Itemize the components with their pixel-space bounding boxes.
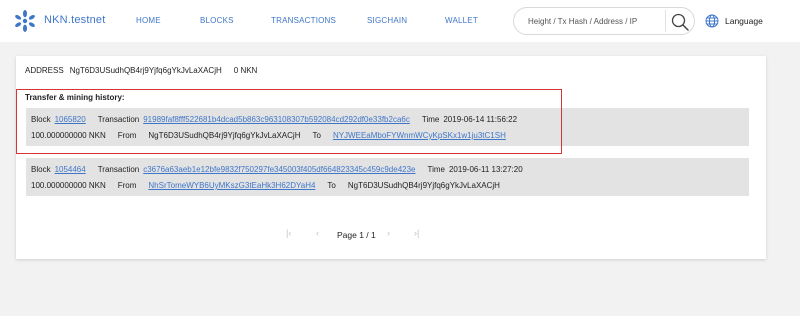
address-card: ADDRESS NgT6D3USudhQB4rj9Yjfq6gYkJvLaXACj… bbox=[16, 56, 766, 259]
tx-amount: 100.000000000 NKN bbox=[31, 131, 106, 140]
nav-home[interactable]: HOME bbox=[136, 16, 161, 25]
time-label: Time bbox=[421, 115, 440, 124]
tx-amount: 100.000000000 NKN bbox=[31, 181, 106, 190]
last-page-icon[interactable]: ›| bbox=[414, 228, 419, 238]
nav-wallet[interactable]: WALLET bbox=[445, 16, 478, 25]
search-box bbox=[513, 7, 695, 35]
nav-sigchain[interactable]: SIGCHAIN bbox=[367, 16, 407, 25]
to-label: To bbox=[312, 131, 321, 140]
search-divider bbox=[665, 10, 666, 32]
tx-row-meta: Block 1065820 Transaction 91989faf8fff52268… bbox=[31, 115, 517, 124]
tx-row-meta: Block 1054464 Transaction c3676a63aeb1e12bf… bbox=[31, 165, 523, 174]
transaction-label: Transaction bbox=[97, 115, 140, 124]
tx-time: 2019-06-11 13:27:20 bbox=[448, 165, 523, 174]
prev-page-icon[interactable]: ‹ bbox=[316, 228, 319, 238]
search-icon[interactable] bbox=[669, 11, 691, 33]
brand-name[interactable]: NKN.testnet bbox=[44, 14, 106, 26]
next-page-icon[interactable]: › bbox=[387, 228, 390, 238]
nav-transactions[interactable]: TRANSACTIONS bbox=[271, 16, 336, 25]
history-title: Transfer & mining history: bbox=[25, 93, 125, 102]
tx-item: Block 1065820 Transaction 91989faf8fff52268… bbox=[26, 108, 749, 146]
transaction-link[interactable]: 91989faf8fff522681b4dcad5b863c963108307b… bbox=[143, 115, 410, 124]
nav-blocks[interactable]: BLOCKS bbox=[200, 16, 234, 25]
tx-from-link[interactable]: NhSrTomeWYB6UyMKszG3tEaHk3H62DYaH4 bbox=[148, 181, 315, 190]
address-value: NgT6D3USudhQB4rj9Yjfq6gYkJvLaXACjH bbox=[69, 66, 222, 75]
tx-item: Block 1054464 Transaction c3676a63aeb1e12bf… bbox=[26, 158, 749, 196]
address-label: ADDRESS bbox=[25, 66, 64, 75]
tx-to: NgT6D3USudhQB4rj9Yjfq6gYkJvLaXACjH bbox=[347, 181, 500, 190]
transaction-link[interactable]: c3676a63aeb1e12bfe9832f750297fe345003f40… bbox=[143, 165, 415, 174]
block-label: Block bbox=[31, 115, 51, 124]
search-input[interactable] bbox=[528, 14, 666, 28]
nkn-logo-icon[interactable] bbox=[14, 10, 36, 32]
block-link[interactable]: 1065820 bbox=[55, 115, 86, 124]
top-navbar: NKN.testnet HOME BLOCKS TRANSACTIONS SIG… bbox=[0, 0, 800, 42]
language-label: Language bbox=[725, 16, 763, 26]
tx-row-transfer: 100.000000000 NKN From NhSrTomeWYB6UyMKszG… bbox=[31, 181, 500, 190]
globe-icon bbox=[705, 14, 719, 28]
block-label: Block bbox=[31, 165, 51, 174]
tx-to-link[interactable]: NYJWEEaMboFYWnmWCyKpSKx1w1ju3tC1SH bbox=[333, 131, 506, 140]
address-balance: 0 NKN bbox=[233, 66, 258, 75]
tx-from: NgT6D3USudhQB4rj9Yjfq6gYkJvLaXACjH bbox=[148, 131, 301, 140]
block-link[interactable]: 1054464 bbox=[55, 165, 86, 174]
from-label: From bbox=[117, 181, 137, 190]
to-label: To bbox=[327, 181, 336, 190]
tx-row-transfer: 100.000000000 NKN From NgT6D3USudhQB4rj9Yj… bbox=[31, 131, 506, 140]
page-indicator: Page 1 / 1 bbox=[337, 230, 376, 240]
address-line: ADDRESS NgT6D3USudhQB4rj9Yjfq6gYkJvLaXACj… bbox=[25, 66, 257, 75]
time-label: Time bbox=[427, 165, 445, 174]
transaction-label: Transaction bbox=[97, 165, 140, 174]
tx-time: 2019-06-14 11:56:22 bbox=[443, 115, 518, 124]
first-page-icon[interactable]: |‹ bbox=[286, 228, 291, 238]
from-label: From bbox=[117, 131, 137, 140]
